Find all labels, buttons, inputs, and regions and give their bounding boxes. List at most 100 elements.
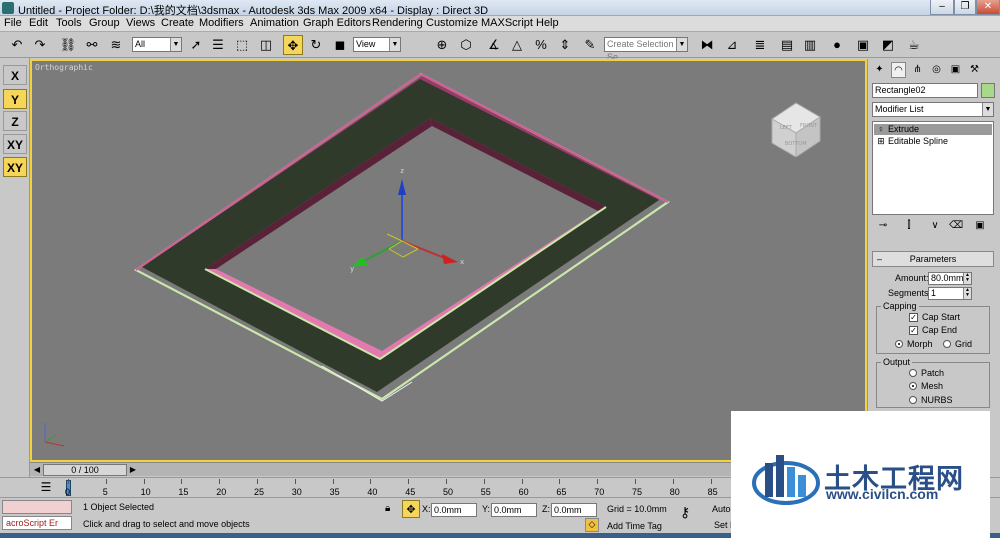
- menu-file[interactable]: File: [4, 17, 22, 29]
- menu-tools[interactable]: Tools: [56, 17, 82, 29]
- nurbs-radio[interactable]: [909, 396, 917, 404]
- viewcube-icon[interactable]: LEFT FRONT BOTTOM: [770, 99, 822, 157]
- schematic-view-icon[interactable]: ▥: [800, 35, 820, 55]
- open-mini-curve-editor-icon[interactable]: ☰: [38, 480, 54, 494]
- stack-item-extrude[interactable]: ♀ Extrude: [874, 124, 992, 135]
- create-tab-icon[interactable]: ✦: [872, 62, 887, 78]
- close-button[interactable]: ✕: [976, 0, 1000, 15]
- curve-editor-icon[interactable]: ▤: [777, 35, 797, 55]
- menu-graph-editors[interactable]: Graph Editors: [303, 17, 371, 29]
- select-by-name-icon[interactable]: ☰: [208, 35, 228, 55]
- time-slider-thumb[interactable]: 0 / 100: [43, 464, 127, 476]
- redo-icon[interactable]: ↷: [30, 35, 50, 55]
- cap-start-checkbox[interactable]: ✓: [909, 313, 918, 322]
- patch-radio[interactable]: [909, 369, 917, 377]
- render-setup-icon[interactable]: ▣: [853, 35, 873, 55]
- menu-maxscript[interactable]: MAXScript: [481, 17, 533, 29]
- mesh-radio[interactable]: [909, 382, 917, 390]
- menu-group[interactable]: Group: [89, 17, 120, 29]
- quick-render-icon[interactable]: ☕: [904, 35, 924, 55]
- x-coordinate-field[interactable]: 0.0mm: [431, 503, 477, 517]
- constrain-xy-plane-button[interactable]: XY: [3, 157, 27, 177]
- set-key-mode-icon[interactable]: ⚷: [680, 504, 690, 521]
- menu-help[interactable]: Help: [536, 17, 559, 29]
- auto-key-button[interactable]: Auto: [712, 503, 731, 517]
- rendered-frame-window-icon[interactable]: ◩: [878, 35, 898, 55]
- menu-rendering[interactable]: Rendering: [372, 17, 423, 29]
- object-color-swatch[interactable]: [981, 83, 995, 98]
- select-and-rotate-icon[interactable]: ↻: [306, 35, 326, 55]
- edit-named-selection-icon[interactable]: ✎: [580, 35, 600, 55]
- reference-coordinate-dropdown[interactable]: View ▼: [353, 37, 401, 52]
- layer-manager-icon[interactable]: ≣: [750, 35, 770, 55]
- configure-modifier-sets-icon[interactable]: ▣: [973, 218, 987, 234]
- lock-selection-icon[interactable]: 🔒︎: [385, 503, 390, 514]
- mirror-icon[interactable]: ⧓: [697, 35, 717, 55]
- motion-tab-icon[interactable]: ◎: [929, 62, 944, 78]
- amount-spinner[interactable]: 80.0mm ▲ ▼: [928, 272, 972, 285]
- y-coordinate-field[interactable]: 0.0mm: [491, 503, 537, 517]
- morph-radio[interactable]: [895, 340, 903, 348]
- cap-end-checkbox[interactable]: ✓: [909, 326, 918, 335]
- menu-animation[interactable]: Animation: [250, 17, 299, 29]
- expand-plus-icon[interactable]: ⊞: [874, 136, 888, 147]
- select-link-icon[interactable]: ⛓: [58, 35, 78, 55]
- make-unique-icon[interactable]: ∨: [928, 218, 942, 234]
- modifier-stack[interactable]: ♀ Extrude ⊞ Editable Spline: [872, 121, 994, 215]
- time-tag-icon[interactable]: ◇: [585, 518, 599, 532]
- selection-filter-dropdown[interactable]: All ▼: [132, 37, 182, 52]
- select-object-icon[interactable]: ➚: [186, 35, 206, 55]
- constrain-x-button[interactable]: X: [3, 65, 27, 85]
- stack-item-editable-spline[interactable]: ⊞ Editable Spline: [874, 136, 992, 147]
- pin-stack-icon[interactable]: ⊸: [876, 218, 890, 234]
- angle-snap-icon[interactable]: △: [507, 35, 527, 55]
- show-end-result-icon[interactable]: ⫿: [902, 218, 916, 234]
- z-coordinate-field[interactable]: 0.0mm: [551, 503, 597, 517]
- menu-modifiers[interactable]: Modifiers: [199, 17, 244, 29]
- select-and-move-icon[interactable]: ✥: [283, 35, 303, 55]
- next-frame-icon[interactable]: ▶: [128, 464, 138, 476]
- manipulate-icon[interactable]: ⬡: [456, 35, 476, 55]
- hierarchy-tab-icon[interactable]: ⋔: [910, 62, 925, 78]
- modifier-list-dropdown[interactable]: Modifier List ▼: [872, 102, 994, 117]
- maximize-button[interactable]: ❐: [954, 0, 976, 15]
- window-crossing-icon[interactable]: ◫: [256, 35, 276, 55]
- select-and-scale-icon[interactable]: ◼: [330, 35, 350, 55]
- menu-views[interactable]: Views: [126, 17, 155, 29]
- unlink-icon[interactable]: ⚯: [82, 35, 102, 55]
- absolute-offset-toggle-icon[interactable]: ✥: [402, 500, 420, 518]
- spinner-snap-icon[interactable]: ⇕: [555, 35, 575, 55]
- lightbulb-icon[interactable]: ♀: [874, 124, 888, 135]
- constrain-xy-button[interactable]: XY: [3, 134, 27, 154]
- maxscript-mini-listener-input[interactable]: [2, 500, 72, 514]
- pivot-center-icon[interactable]: ⊕: [432, 35, 452, 55]
- parameters-rollout-header[interactable]: – Parameters: [872, 251, 994, 267]
- spinner-arrows-icon[interactable]: ▲ ▼: [963, 273, 971, 284]
- remove-modifier-icon[interactable]: ⌫: [949, 218, 963, 234]
- maxscript-mini-listener-output[interactable]: acroScript Er: [2, 516, 72, 530]
- display-tab-icon[interactable]: ▣: [948, 62, 963, 78]
- rectangular-selection-icon[interactable]: ⬚: [232, 35, 252, 55]
- object-name-field[interactable]: Rectangle02: [872, 83, 978, 98]
- constrain-z-button[interactable]: Z: [3, 111, 27, 131]
- undo-icon[interactable]: ↶: [7, 35, 27, 55]
- extruded-frame-model[interactable]: z x y: [32, 61, 865, 460]
- orthographic-viewport[interactable]: Orthographic z x y LEFT FRONT BOTTOM: [30, 59, 867, 462]
- prev-frame-icon[interactable]: ◀: [32, 464, 42, 476]
- material-editor-icon[interactable]: ●: [827, 35, 847, 55]
- utilities-tab-icon[interactable]: ⚒: [967, 62, 982, 78]
- named-selection-field[interactable]: Create Selection Se ▼: [604, 37, 688, 62]
- grid-radio[interactable]: [943, 340, 951, 348]
- constrain-y-button[interactable]: Y: [3, 89, 27, 109]
- menu-create[interactable]: Create: [161, 17, 194, 29]
- align-icon[interactable]: ⊿: [722, 35, 742, 55]
- snaps-toggle-icon[interactable]: ∡: [484, 35, 504, 55]
- menu-edit[interactable]: Edit: [29, 17, 48, 29]
- add-time-tag-button[interactable]: Add Time Tag: [607, 520, 662, 534]
- percent-snap-icon[interactable]: %: [531, 35, 551, 55]
- bind-space-warp-icon[interactable]: ≋: [106, 35, 126, 55]
- spinner-arrows-icon[interactable]: ▲ ▼: [963, 288, 971, 299]
- modify-tab-icon[interactable]: ◠: [891, 62, 906, 78]
- minimize-button[interactable]: –: [930, 0, 954, 15]
- menu-customize[interactable]: Customize: [426, 17, 478, 29]
